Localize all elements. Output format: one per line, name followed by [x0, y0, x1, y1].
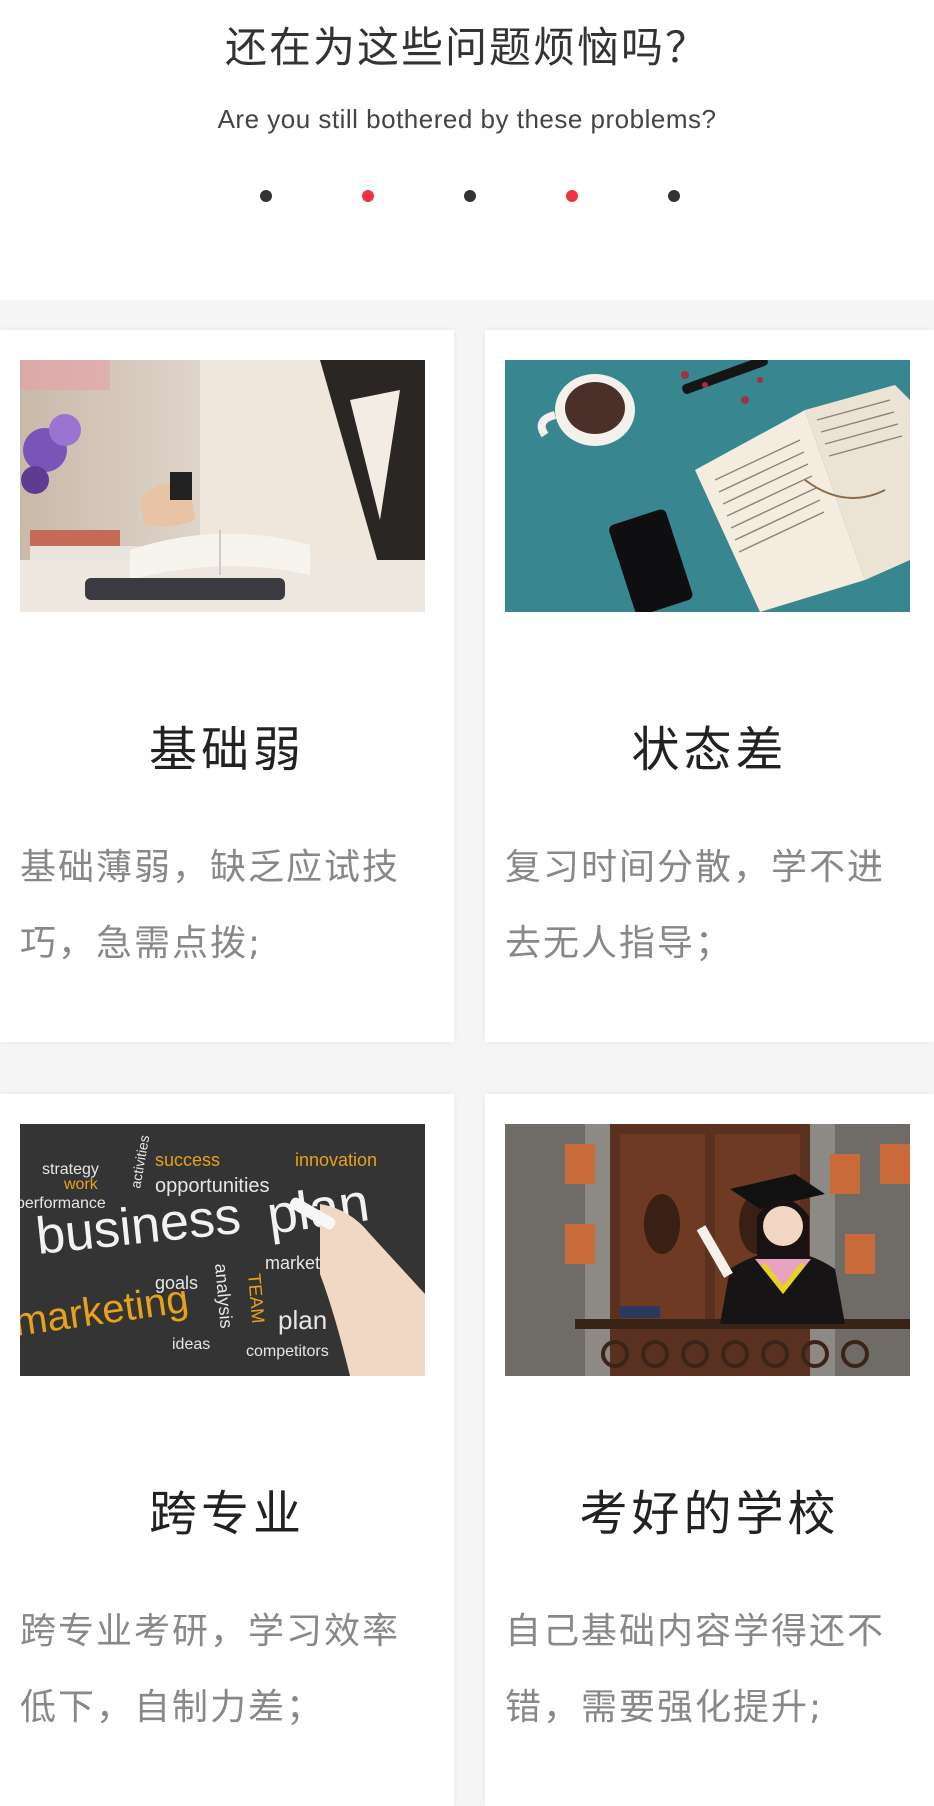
card-title: 跨专业 [148, 1486, 305, 1542]
card-description: 自己基础内容学得还不错，需要强化提升; [505, 1611, 886, 1728]
card-title: 考好的学校 [579, 1486, 840, 1542]
chalk-text-plan-small: plan [278, 1305, 327, 1335]
decorative-dots [0, 190, 934, 202]
chalk-text-work: work [63, 1176, 99, 1193]
card-title: 基础弱 [148, 722, 305, 778]
section-subtitle: Are you still bothered by these problems… [217, 104, 717, 134]
chalk-text-competitors: competitors [246, 1343, 329, 1360]
chalk-text-innovation: innovation [295, 1150, 377, 1170]
card-description: 基础薄弱，缺乏应试技巧，急需点拨; [20, 847, 401, 964]
dot-1 [260, 190, 272, 202]
chalk-text-success: success [155, 1150, 220, 1170]
problem-card-weak-foundation[interactable]: 基础弱 基础薄弱，缺乏应试技巧，急需点拨; [0, 330, 454, 1042]
problem-card-good-school[interactable]: 考好的学校 自己基础内容学得还不错，需要强化提升; [485, 1094, 934, 1806]
graduate-photo [505, 1124, 910, 1376]
card-description: 跨专业考研，学习效率低下，自制力差； [20, 1611, 401, 1728]
chalk-text-market: market [265, 1253, 320, 1273]
card-description: 复习时间分散，学不进去无人指导； [505, 847, 886, 964]
open-book-coffee-photo [505, 360, 910, 612]
section-header: 还在为这些问题烦恼吗？ Are you still bothered by th… [0, 0, 934, 300]
problem-card-cross-major[interactable]: strategy success innovation work activit… [0, 1094, 454, 1806]
dot-3 [464, 190, 476, 202]
dot-5 [668, 190, 680, 202]
chalk-text-ideas: ideas [172, 1336, 210, 1353]
section-title: 还在为这些问题烦恼吗？ [224, 23, 709, 72]
dot-4 [566, 190, 578, 202]
student-reading-photo [20, 360, 425, 612]
business-plan-chalkboard-photo: strategy success innovation work activit… [20, 1124, 425, 1376]
card-title: 状态差 [631, 722, 788, 778]
problem-card-poor-state[interactable]: 状态差 复习时间分散，学不进去无人指导； [485, 330, 934, 1042]
dot-2 [362, 190, 374, 202]
